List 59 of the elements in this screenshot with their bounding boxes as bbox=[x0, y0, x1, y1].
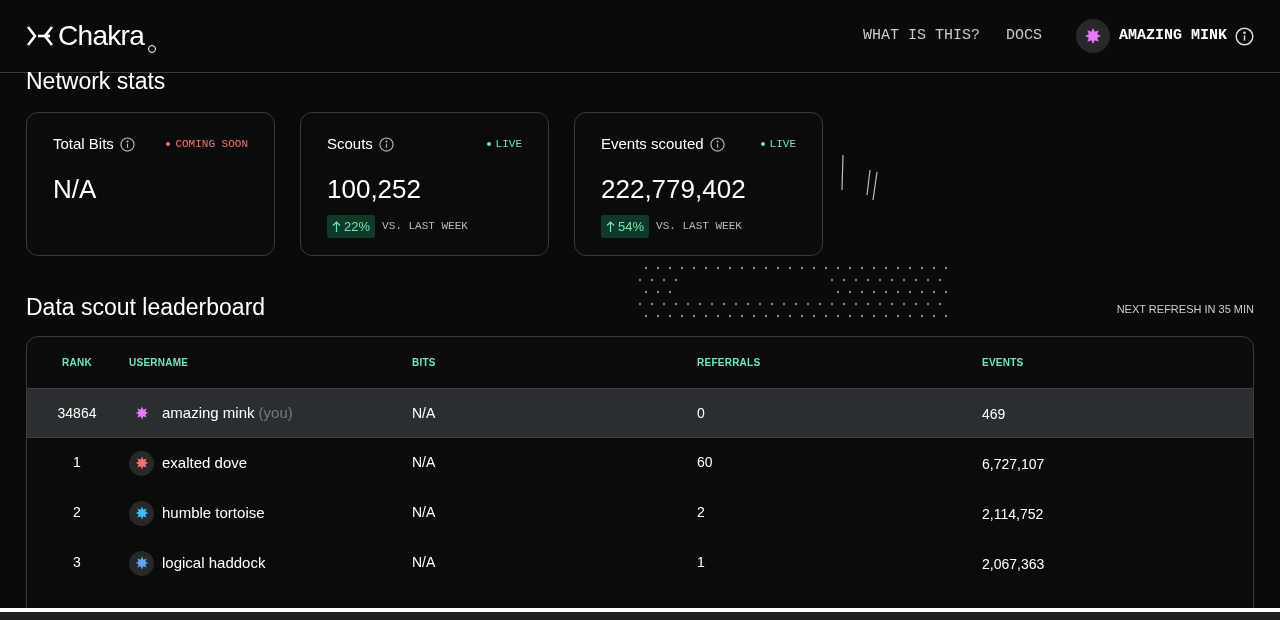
table-row[interactable]: 2 humble tortoise N/A 2 2,114,752 bbox=[27, 488, 1253, 538]
info-icon[interactable] bbox=[378, 136, 394, 152]
events-cell-text: 2,067,363 bbox=[982, 554, 1045, 574]
column-header: BITS bbox=[412, 356, 436, 370]
username-cell-text: exalted dove bbox=[162, 452, 248, 473]
info-icon[interactable] bbox=[709, 136, 725, 152]
status-label: LIVE bbox=[769, 137, 796, 152]
rank-cell-text: 34864 bbox=[57, 404, 97, 423]
referrals-cell-text: 0 bbox=[697, 404, 705, 423]
table-row[interactable]: 3 logical haddock N/A 1 2,067,363 bbox=[27, 538, 1253, 588]
bits-cell-text: N/A bbox=[412, 404, 436, 423]
column-header: USERNAME bbox=[129, 356, 189, 370]
section-title: Network stats bbox=[26, 70, 167, 93]
rank-cell-text: 3 bbox=[73, 553, 81, 572]
stat-value: 100,252 bbox=[327, 175, 422, 202]
logo-icon bbox=[26, 25, 54, 47]
card-title: Events scouted bbox=[601, 134, 704, 154]
events-cell-text: 2,114,752 bbox=[982, 504, 1044, 524]
events-cell-text: 469 bbox=[982, 404, 1006, 424]
change-badge: 22% bbox=[327, 214, 376, 238]
nav-link[interactable]: WHAT IS THIS? bbox=[862, 24, 980, 48]
card-title: Scouts bbox=[327, 134, 373, 154]
bits-cell-text: N/A bbox=[412, 553, 436, 572]
info-icon[interactable] bbox=[119, 136, 135, 152]
stat-value: 222,779,402 bbox=[601, 175, 747, 202]
spike-drawing bbox=[841, 154, 878, 201]
column-header: RANK bbox=[62, 356, 92, 370]
arrow-up-icon bbox=[332, 220, 341, 232]
info-icon[interactable] bbox=[1235, 26, 1254, 46]
referrals-cell-text: 2 bbox=[697, 503, 705, 522]
rank-cell-text: 2 bbox=[73, 503, 81, 522]
change-badge: 54% bbox=[601, 214, 650, 238]
user-name[interactable]: AMAZING MINK bbox=[1118, 24, 1227, 48]
status-label: LIVE bbox=[495, 137, 522, 152]
username-cell-text: humble tortoise bbox=[162, 502, 265, 523]
bits-cell-text: N/A bbox=[412, 453, 436, 472]
events-cell-text: 6,727,107 bbox=[982, 454, 1045, 474]
table-row[interactable]: 34864 amazing mink (you) N/A 0 469 bbox=[27, 388, 1253, 438]
column-header: EVENTS bbox=[982, 356, 1024, 370]
card-title: Total Bits bbox=[53, 134, 114, 154]
arrow-up-icon bbox=[606, 220, 615, 232]
rank-cell-text: 1 bbox=[73, 453, 81, 472]
status-label: COMING SOON bbox=[175, 137, 248, 152]
column-header: REFERRALS bbox=[697, 356, 761, 370]
nav-link[interactable]: DOCS bbox=[1005, 24, 1042, 48]
avatar-button[interactable] bbox=[1075, 19, 1110, 53]
logo-text[interactable]: Chakra bbox=[58, 15, 145, 57]
referrals-cell-text: 1 bbox=[697, 553, 705, 572]
username-cell-text: logical haddock bbox=[162, 552, 266, 573]
refresh-note: NEXT REFRESH IN 35 MIN bbox=[1116, 301, 1254, 317]
referrals-cell-text: 60 bbox=[697, 453, 713, 472]
you-tag: (you) bbox=[258, 401, 293, 425]
stat-value: N/A bbox=[53, 175, 98, 202]
table-row[interactable]: 1 exalted dove N/A 60 6,727,107 bbox=[27, 438, 1253, 488]
change-label: VS. LAST WEEK bbox=[656, 219, 742, 234]
bits-cell-text: N/A bbox=[412, 503, 436, 522]
username-cell-text: amazing mink bbox=[162, 402, 255, 423]
section-title: Data scout leaderboard bbox=[26, 296, 266, 319]
change-label: VS. LAST WEEK bbox=[382, 219, 468, 234]
